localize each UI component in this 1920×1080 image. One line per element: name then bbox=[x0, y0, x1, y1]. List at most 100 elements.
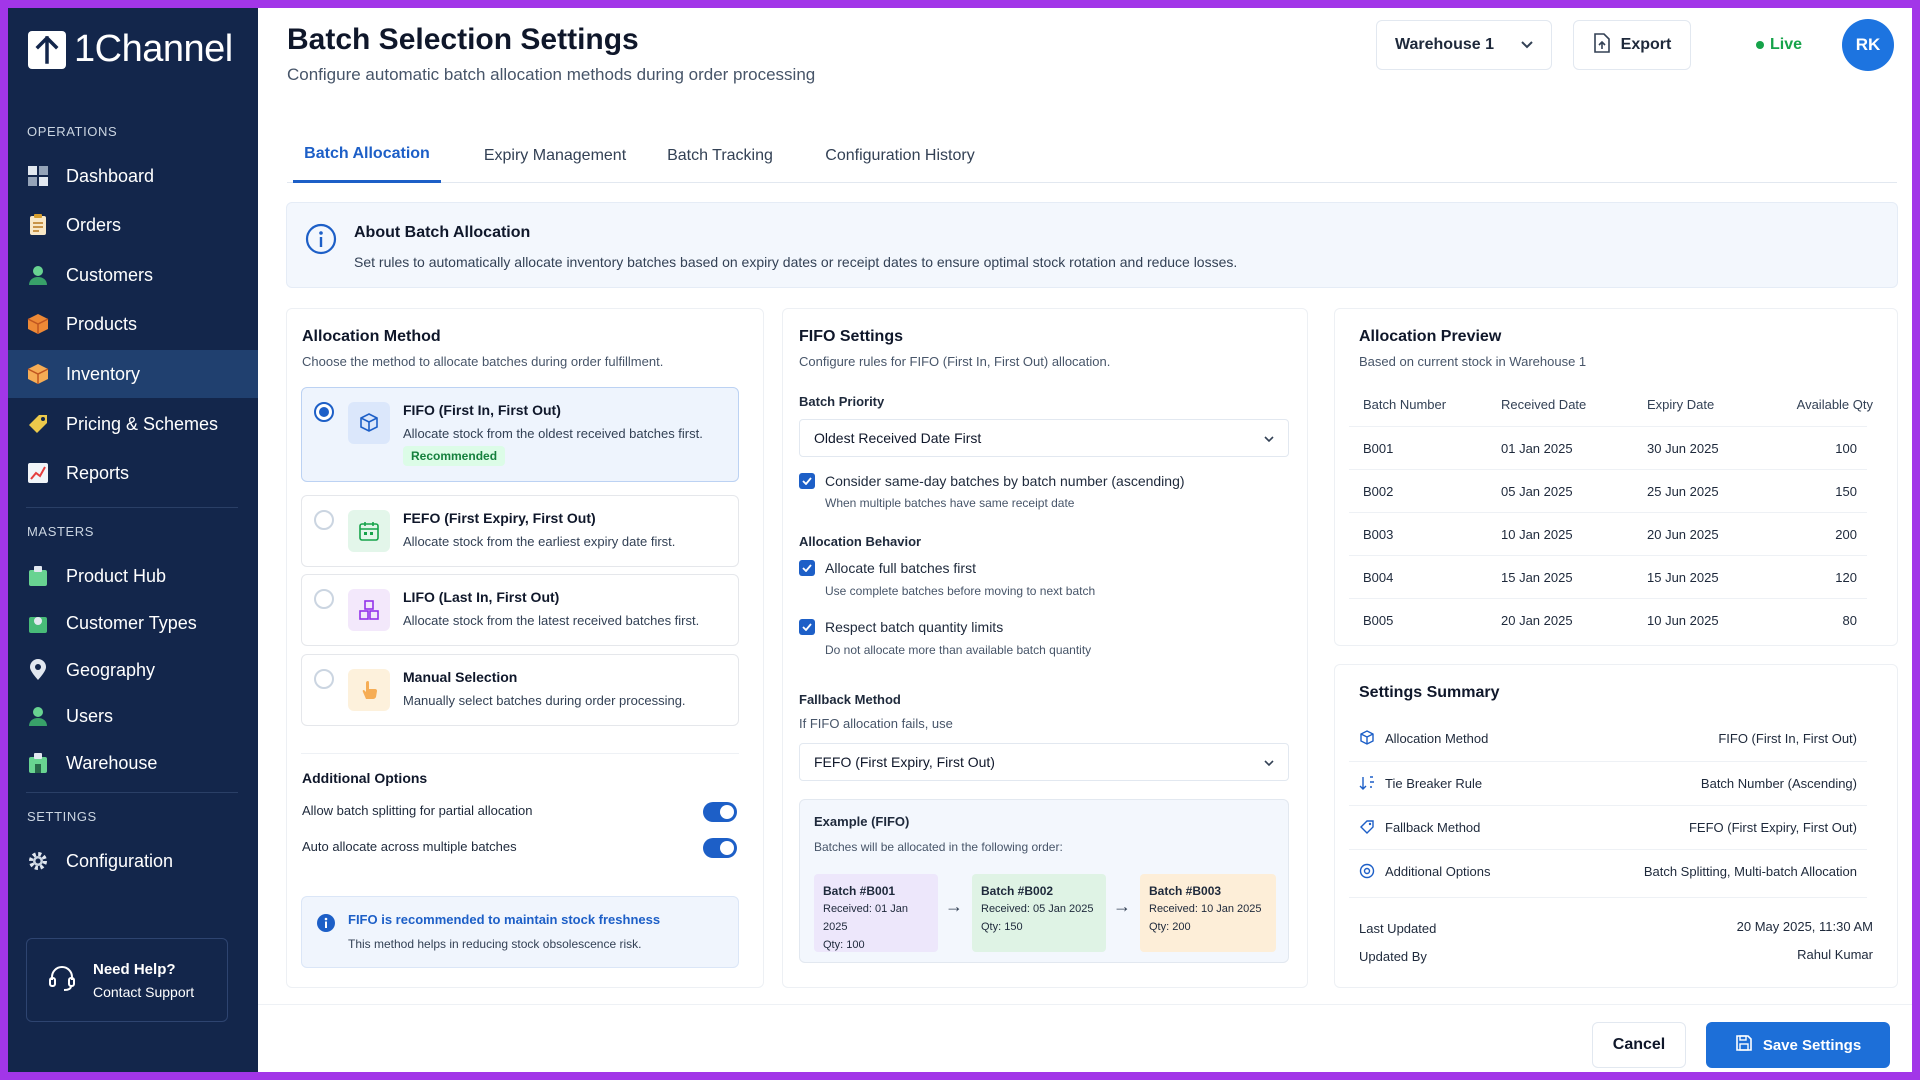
column-header: Batch Number bbox=[1363, 397, 1447, 412]
allocation-subtitle: Choose the method to allocate batches du… bbox=[302, 354, 664, 369]
nav-dashboard[interactable]: Dashboard bbox=[8, 152, 258, 200]
app-logo[interactable]: 1Channel bbox=[28, 28, 233, 71]
tag-icon bbox=[26, 412, 50, 436]
radio-fefo[interactable] bbox=[314, 510, 334, 530]
cell-expiry: 20 Jun 2025 bbox=[1647, 527, 1719, 542]
section-settings: SETTINGS bbox=[27, 809, 97, 824]
preview-title: Allocation Preview bbox=[1359, 328, 1502, 345]
summary-value: FIFO (First In, First Out) bbox=[1718, 731, 1857, 746]
help-card[interactable]: Need Help? Contact Support bbox=[26, 938, 228, 1022]
option-manual[interactable]: Manual Selection Manually select batches… bbox=[301, 654, 739, 726]
nav-users[interactable]: Users bbox=[8, 692, 258, 740]
cell-qty: 150 bbox=[1835, 484, 1857, 499]
save-icon bbox=[1735, 1034, 1753, 1056]
batch-splitting-toggle[interactable] bbox=[703, 802, 737, 822]
summary-label: Fallback Method bbox=[1385, 820, 1481, 835]
cell-received: 15 Jan 2025 bbox=[1501, 570, 1573, 585]
nav-label: Customers bbox=[66, 264, 154, 285]
nav-inventory[interactable]: Inventory bbox=[8, 350, 258, 398]
tab-batch-tracking[interactable]: Batch Tracking bbox=[657, 128, 783, 183]
warehouse-select[interactable]: Warehouse 1 bbox=[1376, 20, 1552, 70]
tab-expiry-management[interactable]: Expiry Management bbox=[471, 128, 639, 183]
fallback-subtitle: If FIFO allocation fails, use bbox=[799, 716, 953, 731]
cell-expiry: 10 Jun 2025 bbox=[1647, 613, 1719, 628]
last-updated-value: 20 May 2025, 11:30 AM bbox=[1736, 919, 1873, 934]
settings-summary-card: Settings Summary Allocation Method FIFO … bbox=[1334, 664, 1898, 988]
cell-received: 01 Jan 2025 bbox=[1501, 441, 1573, 456]
nav-warehouse[interactable]: Warehouse bbox=[8, 739, 258, 787]
batch-priority-select[interactable]: Oldest Received Date First bbox=[799, 419, 1289, 457]
radio-fifo[interactable] bbox=[314, 402, 334, 422]
radio-manual[interactable] bbox=[314, 669, 334, 689]
headset-icon bbox=[47, 963, 77, 998]
checkbox-desc: When multiple batches have same receipt … bbox=[825, 496, 1075, 510]
nav-label: Pricing & Schemes bbox=[66, 413, 219, 434]
cell-expiry: 25 Jun 2025 bbox=[1647, 484, 1719, 499]
info-icon bbox=[305, 223, 337, 260]
export-button[interactable]: Export bbox=[1573, 20, 1691, 70]
radio-lifo[interactable] bbox=[314, 589, 334, 609]
nav-label: Product Hub bbox=[66, 565, 167, 586]
auto-allocate-toggle[interactable] bbox=[703, 838, 737, 858]
cell-qty: 100 bbox=[1835, 441, 1857, 456]
checkbox-desc: Use complete batches before moving to ne… bbox=[825, 584, 1096, 598]
user-icon bbox=[26, 704, 50, 728]
checkbox-label: Respect batch quantity limits bbox=[825, 619, 1004, 635]
sidebar-divider bbox=[26, 792, 238, 793]
select-value: Oldest Received Date First bbox=[814, 430, 982, 446]
nav-products[interactable]: Products bbox=[8, 300, 258, 348]
info-title: FIFO is recommended to maintain stock fr… bbox=[348, 912, 661, 927]
sort-icon bbox=[1359, 775, 1377, 793]
avatar[interactable]: RK bbox=[1842, 19, 1894, 71]
summary-title: Settings Summary bbox=[1359, 684, 1500, 701]
nav-label: Configuration bbox=[66, 850, 174, 871]
nav-pricing[interactable]: Pricing & Schemes bbox=[8, 400, 258, 448]
cell-qty: 80 bbox=[1842, 613, 1857, 628]
nav-label: Dashboard bbox=[66, 165, 155, 186]
nav-customer-types[interactable]: Customer Types bbox=[8, 599, 258, 647]
nav-configuration[interactable]: Configuration bbox=[8, 837, 258, 885]
nav-customers[interactable]: Customers bbox=[8, 251, 258, 299]
summary-value: FEFO (First Expiry, First Out) bbox=[1688, 820, 1857, 835]
app-name: 1Channel bbox=[74, 28, 233, 70]
option-desc: Allocate stock from the earliest expiry … bbox=[403, 534, 676, 549]
nav-reports[interactable]: Reports bbox=[8, 449, 258, 497]
sidebar: 1Channel OPERATIONS Dashboard Orders Cus… bbox=[8, 8, 258, 1072]
nav-label: Reports bbox=[66, 462, 130, 483]
help-title: Need Help? bbox=[93, 960, 176, 978]
tab-batch-allocation[interactable]: Batch Allocation bbox=[293, 128, 441, 183]
live-label: Live bbox=[1770, 36, 1803, 53]
tab-configuration-history[interactable]: Configuration History bbox=[805, 128, 995, 183]
dashboard-icon bbox=[26, 164, 50, 188]
nav-product-hub[interactable]: Product Hub bbox=[8, 552, 258, 600]
same-day-checkbox[interactable] bbox=[799, 473, 815, 489]
full-batches-checkbox[interactable] bbox=[799, 560, 815, 576]
cell-batch: B002 bbox=[1363, 484, 1394, 499]
column-header: Received Date bbox=[1501, 397, 1587, 412]
nav-geography[interactable]: Geography bbox=[8, 646, 258, 694]
option-fifo[interactable]: FIFO (First In, First Out) Allocate stoc… bbox=[301, 387, 739, 482]
table-row: B001 01 Jan 2025 30 Jun 2025 100 bbox=[1349, 426, 1867, 469]
inventory-icon bbox=[26, 362, 50, 386]
batch-chip: Batch #B003 Received: 10 Jan 2025 Qty: 2… bbox=[1140, 874, 1276, 952]
fallback-method-select[interactable]: FEFO (First Expiry, First Out) bbox=[799, 743, 1289, 781]
fifo-subtitle: Configure rules for FIFO (First In, Firs… bbox=[799, 354, 1111, 369]
calendar-icon bbox=[348, 510, 390, 552]
contact-support-link[interactable]: Contact Support bbox=[93, 984, 194, 1000]
chip-title: Batch #B001 bbox=[823, 884, 896, 898]
quantity-limits-checkbox[interactable] bbox=[799, 619, 815, 635]
option-fefo[interactable]: FEFO (First Expiry, First Out) Allocate … bbox=[301, 495, 739, 567]
option-lifo[interactable]: LIFO (Last In, First Out) Allocate stock… bbox=[301, 574, 739, 646]
cancel-button[interactable]: Cancel bbox=[1592, 1022, 1686, 1068]
chip-qty: Qty: 100 bbox=[823, 939, 865, 951]
nav-orders[interactable]: Orders bbox=[8, 201, 258, 249]
allocation-preview-card: Allocation Preview Based on current stoc… bbox=[1334, 308, 1898, 646]
gear-icon bbox=[26, 849, 50, 873]
cell-batch: B003 bbox=[1363, 527, 1394, 542]
section-masters: MASTERS bbox=[27, 524, 95, 539]
chip-qty: Qty: 150 bbox=[981, 921, 1023, 933]
save-settings-button[interactable]: Save Settings bbox=[1706, 1022, 1890, 1068]
column-header: Expiry Date bbox=[1647, 397, 1715, 412]
example-subtitle: Batches will be allocated in the followi… bbox=[814, 840, 1063, 854]
allocation-behavior-title: Allocation Behavior bbox=[799, 534, 922, 549]
